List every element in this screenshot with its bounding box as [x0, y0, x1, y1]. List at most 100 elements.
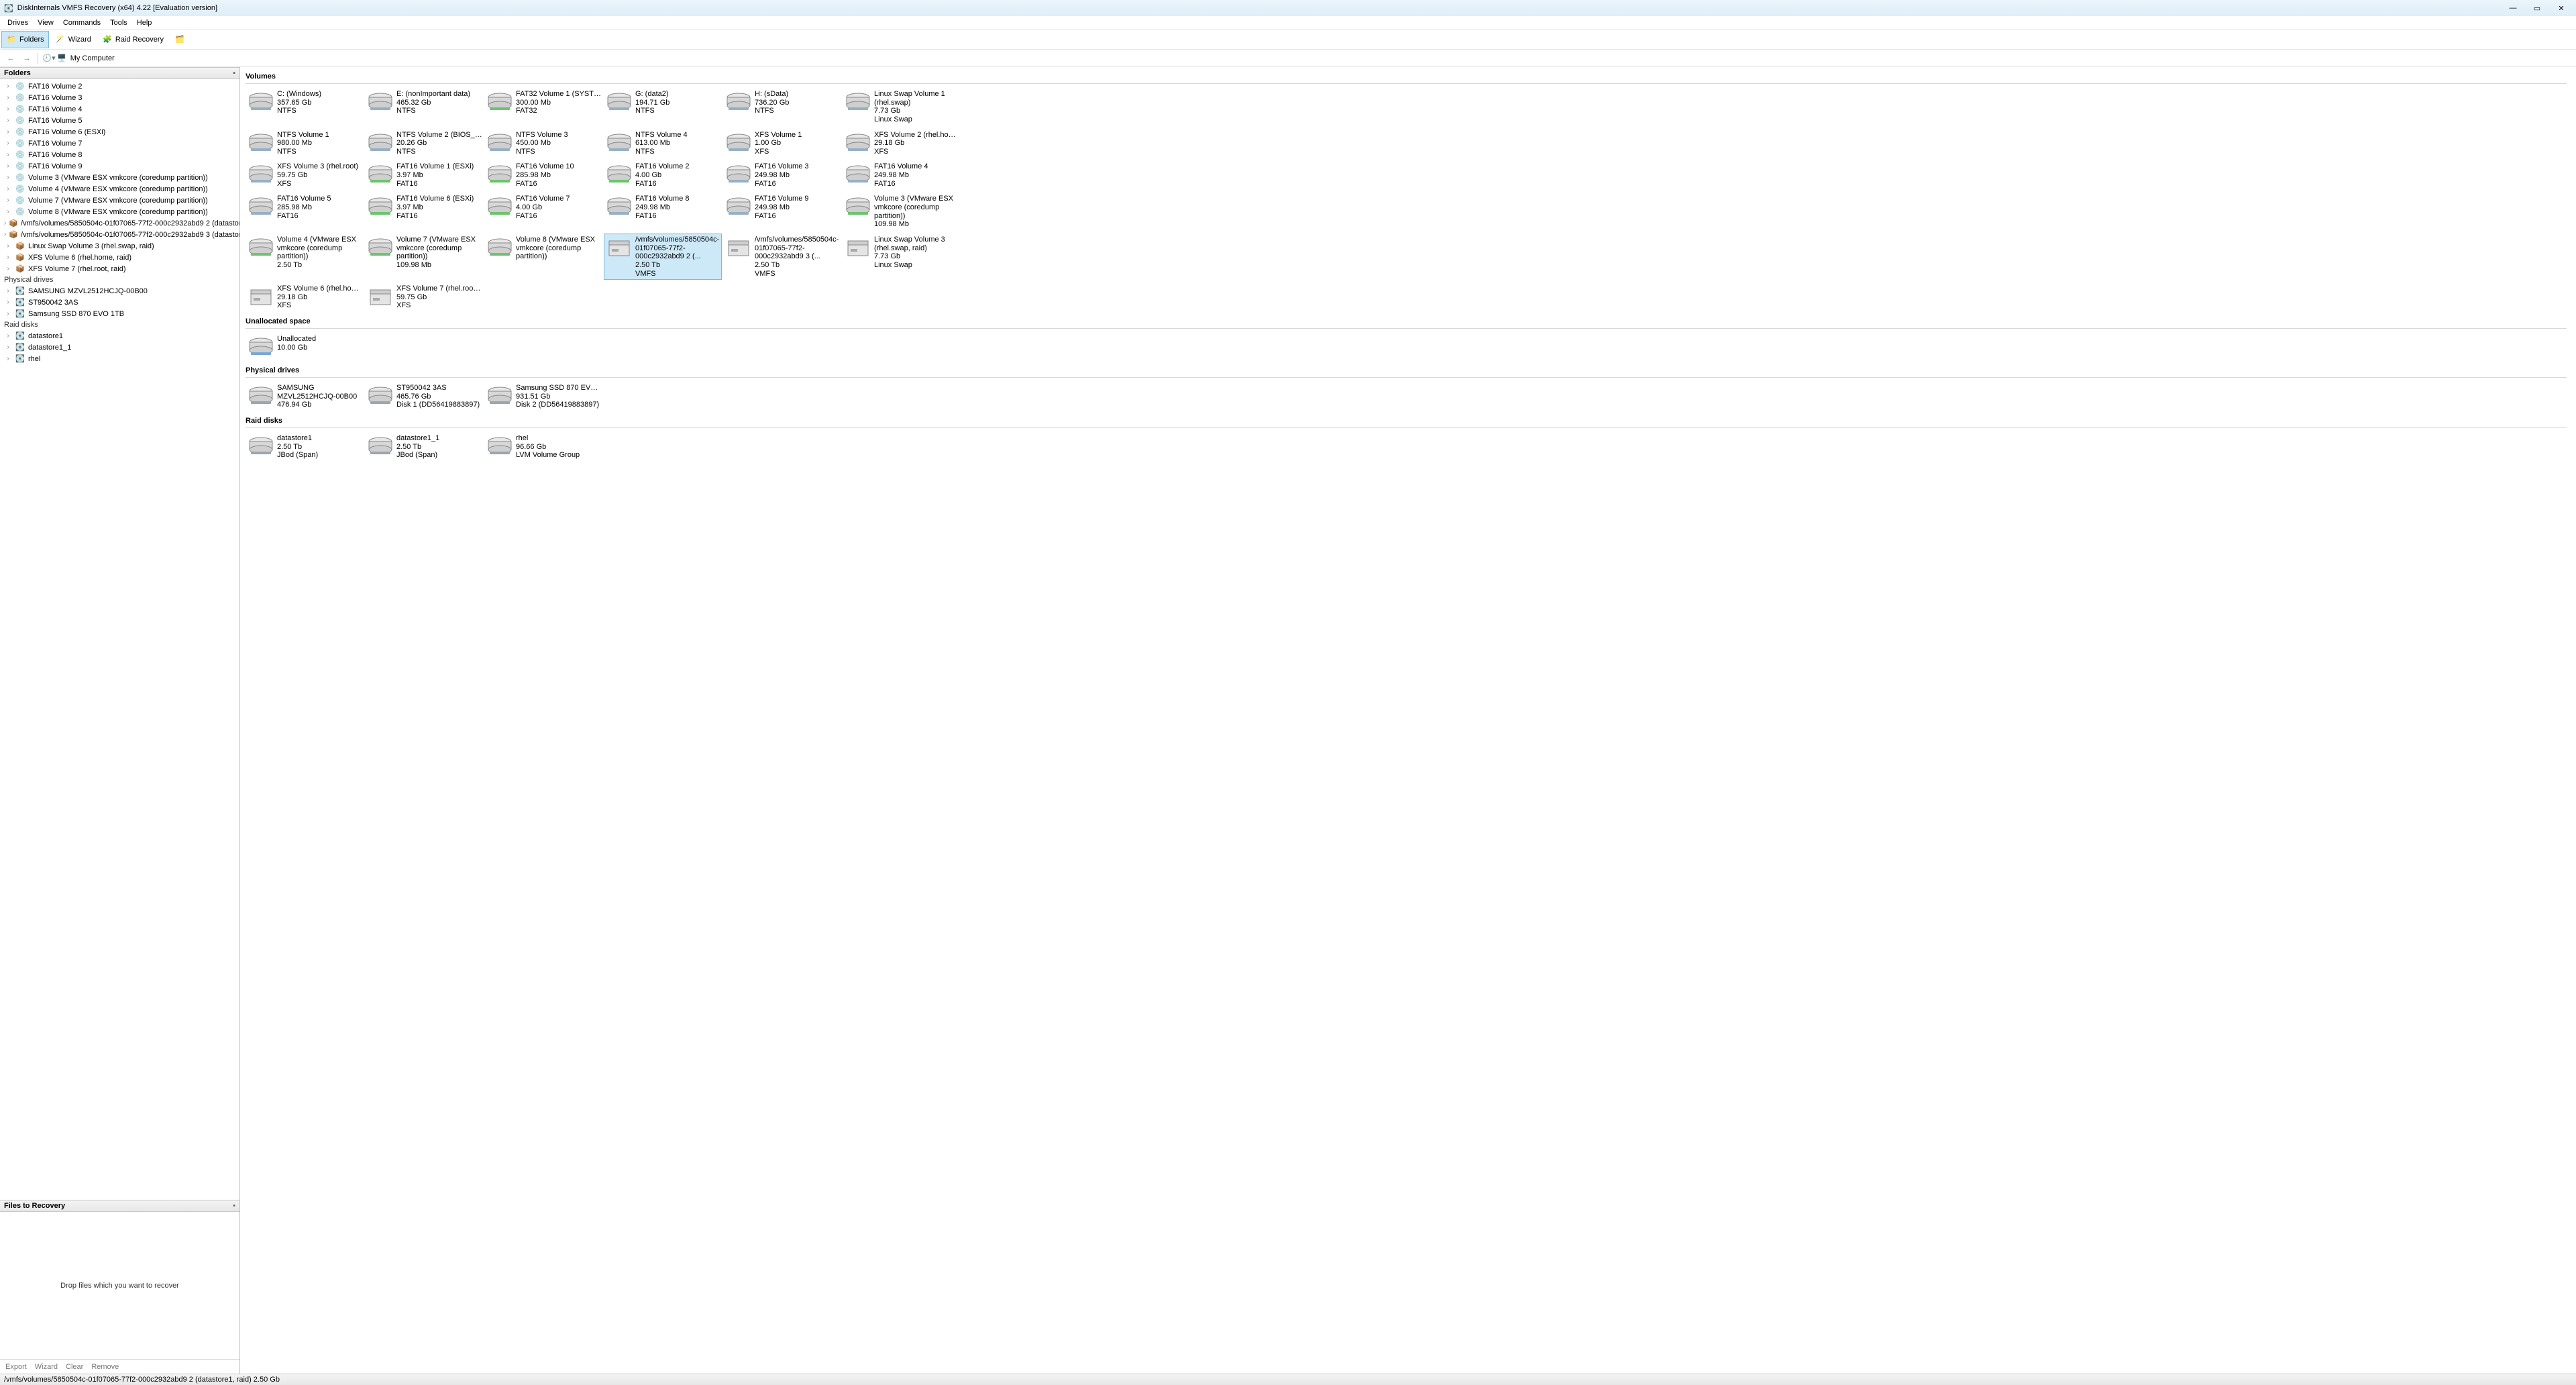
remove-action[interactable]: Remove [89, 1362, 121, 1372]
wizard-action[interactable]: Wizard [32, 1362, 60, 1372]
close-button[interactable]: ✕ [2551, 2, 2572, 14]
recovery-collapse-icon[interactable]: ▪ [233, 1202, 235, 1210]
forward-button[interactable]: → [20, 52, 34, 65]
volume-item[interactable]: FAT16 Volume 24.00 GbFAT16 [604, 160, 722, 190]
expand-icon[interactable]: › [4, 344, 12, 351]
back-button[interactable]: ← [4, 52, 17, 65]
volume-item[interactable]: FAT16 Volume 4249.98 MbFAT16 [843, 160, 961, 190]
minimize-button[interactable]: — [2502, 2, 2524, 14]
tree-item[interactable]: ›💽rhel [0, 353, 239, 364]
volume-item[interactable]: FAT16 Volume 1 (ESXi)3.97 MbFAT16 [365, 160, 483, 190]
expand-icon[interactable]: › [4, 232, 6, 238]
volume-item[interactable]: C: (Windows)357.65 GbNTFS [246, 88, 364, 126]
volume-item[interactable]: Linux Swap Volume 3 (rhel.swap, raid)7.7… [843, 234, 961, 280]
expand-icon[interactable]: › [4, 266, 12, 272]
volume-item[interactable]: FAT16 Volume 3249.98 MbFAT16 [723, 160, 841, 190]
expand-icon[interactable]: › [4, 174, 12, 181]
expand-icon[interactable]: › [4, 197, 12, 204]
tree-item[interactable]: ›📦XFS Volume 7 (rhel.root, raid) [0, 263, 239, 274]
tree-item[interactable]: ›💿FAT16 Volume 9 [0, 160, 239, 172]
volume-item[interactable]: Volume 3 (VMware ESX vmkcore (coredump p… [843, 193, 961, 231]
volume-item[interactable]: XFS Volume 6 (rhel.home, raid)29.18 GbXF… [246, 283, 364, 312]
volume-item[interactable]: Volume 8 (VMware ESX vmkcore (coredump p… [484, 234, 602, 280]
clear-action[interactable]: Clear [63, 1362, 86, 1372]
tree-item[interactable]: ›💿FAT16 Volume 8 [0, 149, 239, 160]
tree-item[interactable]: ›💿FAT16 Volume 6 (ESXi) [0, 126, 239, 138]
tree-item[interactable]: ›📦XFS Volume 6 (rhel.home, raid) [0, 252, 239, 263]
folders-tree[interactable]: ›💿FAT16 Volume 2›💿FAT16 Volume 3›💿FAT16 … [0, 79, 239, 1200]
volume-item[interactable]: ST950042 3AS465.76 GbDisk 1 (DD564198838… [365, 382, 483, 411]
breadcrumb[interactable]: 🖥️ My Computer [57, 54, 115, 62]
volume-item[interactable]: Volume 4 (VMware ESX vmkcore (coredump p… [246, 234, 364, 280]
tree-item[interactable]: ›💽Samsung SSD 870 EVO 1TB [0, 308, 239, 319]
volume-item[interactable]: FAT16 Volume 5285.98 MbFAT16 [246, 193, 364, 231]
tree-item[interactable]: ›📦Linux Swap Volume 3 (rhel.swap, raid) [0, 240, 239, 252]
menu-commands[interactable]: Commands [58, 17, 105, 28]
tree-item[interactable]: ›💿Volume 8 (VMware ESX vmkcore (coredump… [0, 206, 239, 217]
tree-item[interactable]: ›💿Volume 4 (VMware ESX vmkcore (coredump… [0, 183, 239, 195]
volume-item[interactable]: XFS Volume 2 (rhel.home)29.18 GbXFS [843, 129, 961, 158]
expand-icon[interactable]: › [4, 129, 12, 136]
volume-item[interactable]: NTFS Volume 3450.00 MbNTFS [484, 129, 602, 158]
volume-item[interactable]: /vmfs/volumes/5850504c-01f07065-77f2-000… [723, 234, 841, 280]
volume-item[interactable]: FAT16 Volume 10285.98 MbFAT16 [484, 160, 602, 190]
recovery-drop-zone[interactable]: Drop files which you want to recover [0, 1212, 239, 1360]
volume-item[interactable]: FAT16 Volume 74.00 GbFAT16 [484, 193, 602, 231]
expand-icon[interactable]: › [4, 333, 12, 340]
volume-item[interactable]: XFS Volume 3 (rhel.root)59.75 GbXFS [246, 160, 364, 190]
expand-icon[interactable]: › [4, 95, 12, 101]
tree-item[interactable]: ›💽datastore1_1 [0, 342, 239, 353]
volume-item[interactable]: H: (sData)736.20 GbNTFS [723, 88, 841, 126]
volume-item[interactable]: Unallocated10.00 Gb [246, 333, 364, 361]
expand-icon[interactable]: › [4, 117, 12, 124]
volume-item[interactable]: datastore1_12.50 TbJBod (Span) [365, 432, 483, 462]
volume-item[interactable]: SAMSUNG MZVL2512HCJQ-00B00476.94 Gb [246, 382, 364, 411]
maximize-button[interactable]: ▭ [2526, 2, 2548, 14]
expand-icon[interactable]: › [4, 299, 12, 306]
volume-item[interactable]: FAT16 Volume 6 (ESXi)3.97 MbFAT16 [365, 193, 483, 231]
expand-icon[interactable]: › [4, 311, 12, 317]
tree-item[interactable]: ›💿FAT16 Volume 4 [0, 103, 239, 115]
volume-item[interactable]: NTFS Volume 1980.00 MbNTFS [246, 129, 364, 158]
expand-icon[interactable]: › [4, 288, 12, 295]
history-button[interactable]: 🕘▾ [42, 52, 56, 65]
tree-item[interactable]: ›💽SAMSUNG MZVL2512HCJQ-00B00 [0, 285, 239, 297]
volume-item[interactable]: E: (nonImportant data)465.32 GbNTFS [365, 88, 483, 126]
volume-item[interactable]: FAT32 Volume 1 (SYSTEM)300.00 MbFAT32 [484, 88, 602, 126]
expand-icon[interactable]: › [4, 186, 12, 193]
menu-tools[interactable]: Tools [105, 17, 132, 28]
volume-item[interactable]: datastore12.50 TbJBod (Span) [246, 432, 364, 462]
raid-recovery-button[interactable]: 🧩Raid Recovery [97, 31, 168, 48]
tree-item[interactable]: ›💽datastore1 [0, 330, 239, 342]
expand-icon[interactable]: › [4, 152, 12, 158]
wizard-button[interactable]: 🪄Wizard [50, 31, 96, 48]
tree-item[interactable]: ›💽ST950042 3AS [0, 297, 239, 308]
expand-icon[interactable]: › [4, 106, 12, 113]
tree-item[interactable]: ›💿FAT16 Volume 5 [0, 115, 239, 126]
expand-icon[interactable]: › [4, 209, 12, 215]
volume-item[interactable]: FAT16 Volume 8249.98 MbFAT16 [604, 193, 722, 231]
volume-item[interactable]: XFS Volume 11.00 GbXFS [723, 129, 841, 158]
tree-item[interactable]: ›💿Volume 7 (VMware ESX vmkcore (coredump… [0, 195, 239, 206]
volume-item[interactable]: rhel96.66 GbLVM Volume Group [484, 432, 602, 462]
volume-item[interactable]: XFS Volume 7 (rhel.root, raid)59.75 GbXF… [365, 283, 483, 312]
main-pane[interactable]: Volumes C: (Windows)357.65 GbNTFS E: (no… [240, 67, 2576, 1374]
volume-item[interactable]: Volume 7 (VMware ESX vmkcore (coredump p… [365, 234, 483, 280]
volume-item[interactable]: FAT16 Volume 9249.98 MbFAT16 [723, 193, 841, 231]
volume-item[interactable]: G: (data2)194.71 GbNTFS [604, 88, 722, 126]
expand-icon[interactable]: › [4, 83, 12, 90]
volume-item[interactable]: NTFS Volume 2 (BIOS_RVY)20.26 GbNTFS [365, 129, 483, 158]
volume-item[interactable]: Linux Swap Volume 1 (rhel.swap)7.73 GbLi… [843, 88, 961, 126]
volume-item[interactable]: /vmfs/volumes/5850504c-01f07065-77f2-000… [604, 234, 722, 280]
tree-item[interactable]: ›💿FAT16 Volume 7 [0, 138, 239, 149]
expand-icon[interactable]: › [4, 140, 12, 147]
menu-help[interactable]: Help [132, 17, 157, 28]
tree-item[interactable]: ›📦/vmfs/volumes/5850504c-01f07065-77f2-0… [0, 217, 239, 229]
folders-collapse-icon[interactable]: ▪ [233, 69, 235, 77]
expand-icon[interactable]: › [4, 243, 12, 250]
menu-drives[interactable]: Drives [3, 17, 33, 28]
tree-item[interactable]: ›💿Volume 3 (VMware ESX vmkcore (coredump… [0, 172, 239, 183]
expand-icon[interactable]: › [4, 220, 6, 227]
tree-item[interactable]: ›💿FAT16 Volume 3 [0, 92, 239, 103]
volume-item[interactable]: NTFS Volume 4613.00 MbNTFS [604, 129, 722, 158]
